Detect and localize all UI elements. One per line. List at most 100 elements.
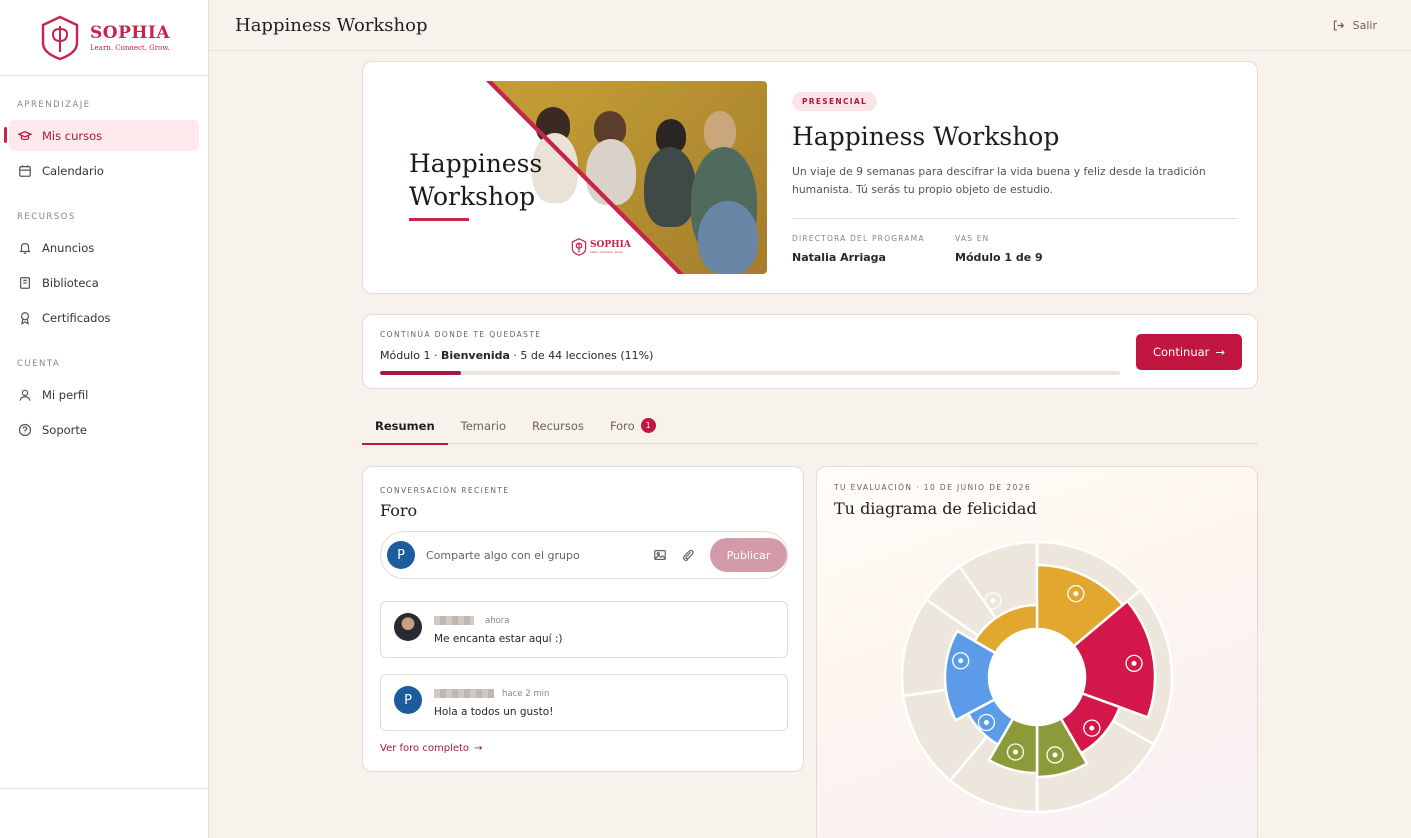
post-message: Hola a todos un gusto!: [434, 706, 554, 718]
continue-button-label: Continuar: [1152, 345, 1210, 359]
continue-module: Módulo 1 ·: [380, 349, 441, 362]
eye-icon-dot: [1013, 749, 1019, 755]
course-hero-card: Happiness Workshop SOPHIA Learn. Connect…: [362, 61, 1258, 294]
sophia-logo[interactable]: SOPHIA Learn. Connect. Grow.: [0, 0, 208, 76]
forum-card: CONVERSACIÓN RECIENTE Foro P Comparte al…: [362, 466, 804, 772]
course-description: Un viaje de 9 semanas para descifrar la …: [792, 165, 1206, 196]
tab-label: Resumen: [375, 418, 435, 433]
happiness-title: Tu diagrama de felicidad: [834, 499, 1037, 518]
continue-progress-text: Módulo 1 · Bienvenida · 5 de 44 leccione…: [380, 349, 653, 362]
modality-badge: PRESENCIAL: [792, 92, 878, 111]
redacted-username: [434, 616, 474, 625]
progress-value: Módulo 1 de 9: [955, 251, 1043, 264]
sidebar-footer: [0, 788, 208, 838]
tab-label: Foro: [609, 418, 635, 433]
award-icon: [20, 311, 30, 325]
calendar-icon: [19, 164, 31, 177]
image-icon: [654, 550, 666, 560]
cover-title-line1: Happiness: [409, 149, 543, 178]
director-value: Natalia Arriaga: [792, 251, 886, 264]
continue-card: CONTINÚA DONDE TE QUEDASTE Módulo 1 · Bi…: [362, 314, 1258, 389]
sidebar-item-biblioteca[interactable]: Biblioteca: [9, 267, 199, 298]
sidebar-item-label: Mis cursos: [42, 128, 103, 143]
redacted-username: [434, 689, 494, 698]
sidebar-item-mis-cursos[interactable]: Mis cursos: [4, 120, 199, 151]
sophia-shield-icon: [571, 238, 587, 256]
cover-brand: SOPHIA: [590, 240, 631, 250]
course-title: Happiness Workshop: [792, 122, 1060, 151]
search-icon-dot: [983, 720, 989, 726]
view-forum-link[interactable]: Ver foro completo →: [380, 743, 482, 754]
tab-resumen[interactable]: Resumen: [362, 407, 448, 445]
bike-icon-dot: [1131, 660, 1137, 666]
forum-section-label: CONVERSACIÓN RECIENTE: [380, 486, 510, 495]
tab-recursos[interactable]: Recursos: [519, 407, 597, 444]
forum-post[interactable]: ahora Me encanta estar aquí :): [380, 601, 788, 658]
continue-lesson: Bienvenida: [440, 349, 510, 362]
cover-title: Happiness Workshop: [409, 147, 542, 213]
evaluation-label: TU EVALUACIÓN · 10 DE JUNIO DE 2026: [834, 483, 1032, 492]
sidebar-item-label: Soporte: [42, 422, 87, 437]
divider: [792, 218, 1238, 219]
graduation-cap-icon: [18, 130, 32, 140]
progress-bar: [380, 371, 1120, 375]
tab-foro[interactable]: Foro 1: [597, 407, 669, 444]
sidebar-item-label: Mi perfil: [42, 387, 89, 402]
chat-icon-dot: [958, 658, 964, 664]
tab-temario[interactable]: Temario: [448, 407, 519, 444]
progress-bar-fill: [380, 371, 462, 375]
sidebar-item-certificados[interactable]: Certificados: [9, 302, 199, 333]
tab-label: Recursos: [532, 418, 584, 433]
avatar: P: [387, 541, 415, 569]
sidebar: SOPHIA Learn. Connect. Grow. APRENDIZAJE…: [0, 0, 209, 838]
help-circle-icon: [18, 423, 32, 436]
hand-icon-dot: [1073, 591, 1079, 597]
continue-button[interactable]: Continuar →: [1136, 334, 1242, 370]
progress-label: VAS EN: [955, 234, 990, 243]
publish-button[interactable]: Publicar: [710, 538, 787, 572]
wheel-center: [989, 629, 1085, 725]
brand-tagline: Learn. Connect. Grow.: [90, 44, 170, 52]
sidebar-item-label: Anuncios: [42, 240, 95, 255]
paperclip-icon: [683, 549, 694, 561]
sidebar-item-calendario[interactable]: Calendario: [9, 155, 199, 186]
user-icon: [19, 389, 31, 401]
book-icon: [20, 276, 30, 289]
post-message: Me encanta estar aquí :): [434, 633, 563, 645]
person-icon-dot: [1052, 752, 1058, 758]
happiness-wheel: [900, 540, 1174, 814]
post-time: ahora: [485, 616, 510, 626]
nav-heading: CUENTA: [17, 359, 61, 369]
course-tabs: Resumen Temario Recursos Foro 1: [362, 407, 1258, 445]
cover-tagline: Learn. Connect. Grow.: [590, 250, 624, 254]
arrow-right-icon: →: [474, 743, 483, 754]
thumbs-up-icon-dot: [1089, 725, 1095, 731]
composer-input[interactable]: Comparte algo con el grupo: [426, 549, 646, 562]
logout-button[interactable]: Salir: [1332, 19, 1377, 32]
sidebar-item-label: Certificados: [42, 310, 111, 325]
progress-meta: VAS EN Módulo 1 de 9: [955, 234, 1043, 264]
attach-button[interactable]: [674, 548, 702, 562]
forum-post[interactable]: P hace 2 min Hola a todos un gusto!: [380, 674, 788, 731]
sidebar-item-label: Calendario: [42, 163, 104, 178]
notification-badge: 1: [640, 418, 656, 433]
image-upload-button[interactable]: [646, 548, 674, 562]
sidebar-item-mi-perfil[interactable]: Mi perfil: [9, 379, 199, 410]
director-label: DIRECTORA DEL PROGRAMA: [792, 234, 925, 243]
director-meta: DIRECTORA DEL PROGRAMA Natalia Arriaga: [792, 234, 925, 264]
continue-label: CONTINÚA DONDE TE QUEDASTE: [380, 330, 542, 339]
happiness-card: TU EVALUACIÓN · 10 DE JUNIO DE 2026 Tu d…: [816, 466, 1258, 838]
nav-heading: APRENDIZAJE: [17, 100, 91, 110]
sidebar-item-label: Biblioteca: [42, 275, 99, 290]
sidebar-item-soporte[interactable]: Soporte: [9, 414, 199, 445]
bell-icon: [19, 242, 31, 254]
cover-title-underline: [409, 218, 469, 221]
user-avatar-photo: [394, 613, 422, 641]
page-title: Happiness Workshop: [235, 14, 428, 36]
tab-label: Temario: [460, 418, 507, 433]
nav-heading: RECURSOS: [17, 212, 76, 222]
nav-section-recursos: RECURSOS Anuncios Biblioteca Certificado…: [0, 212, 208, 333]
sophia-shield-icon: [41, 15, 79, 60]
continue-detail: · 5 de 44 lecciones (11%): [509, 349, 654, 362]
sidebar-item-anuncios[interactable]: Anuncios: [9, 232, 199, 263]
